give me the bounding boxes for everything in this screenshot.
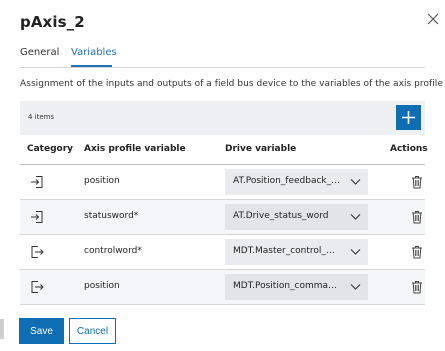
drive-variable-value: MDT.Master_control_word <box>233 246 341 256</box>
chevron-down-icon <box>350 284 361 290</box>
chevron-down-icon <box>350 214 361 220</box>
axis-dialog: pAxis_2 General Variables Assignment of … <box>0 0 445 351</box>
header-drive-variable: Drive variable <box>225 144 297 154</box>
table-header: Category Axis profile variable Drive var… <box>20 135 428 165</box>
close-icon[interactable] <box>426 12 440 26</box>
cancel-button[interactable]: Cancel <box>69 318 116 344</box>
dialog-title: pAxis_2 <box>20 13 85 31</box>
plus-icon <box>402 111 415 124</box>
trash-icon[interactable] <box>411 245 423 259</box>
save-button[interactable]: Save <box>19 318 64 344</box>
table-toolbar: 4 items <box>20 101 425 135</box>
chevron-down-icon <box>350 249 361 255</box>
table-row: position AT.Position_feedback_value <box>20 165 425 200</box>
axis-profile-variable: controlword* <box>84 246 142 256</box>
table-row: controlword* MDT.Master_control_word <box>20 235 425 270</box>
save-button-label: Save <box>30 326 53 337</box>
add-button[interactable] <box>396 105 421 130</box>
drive-variable-select[interactable]: AT.Drive_status_word <box>225 204 368 230</box>
header-actions: Actions <box>390 144 428 154</box>
item-count: 4 items <box>28 113 55 121</box>
drive-variable-select[interactable]: MDT.Master_control_word <box>225 239 368 265</box>
cancel-button-label: Cancel <box>76 326 109 337</box>
trash-icon[interactable] <box>411 280 423 294</box>
drive-variable-value: MDT.Position_command_value <box>233 281 341 291</box>
tab-variables[interactable]: Variables <box>71 47 117 58</box>
table-row: position MDT.Position_command_value <box>20 270 425 305</box>
description-text: Assignment of the inputs and outputs of … <box>20 79 443 89</box>
output-icon <box>31 246 44 258</box>
output-icon <box>31 281 44 293</box>
axis-profile-variable: statusword* <box>84 211 139 221</box>
resize-handle[interactable] <box>0 319 4 339</box>
axis-profile-variable: position <box>84 281 120 291</box>
drive-variable-value: AT.Drive_status_word <box>233 211 329 221</box>
input-icon <box>31 176 43 188</box>
axis-profile-variable: position <box>84 176 120 186</box>
drive-variable-select[interactable]: MDT.Position_command_value <box>225 274 368 300</box>
table-row: statusword* AT.Drive_status_word <box>20 200 425 235</box>
header-category: Category <box>27 144 74 154</box>
drive-variable-value: AT.Position_feedback_value <box>233 176 341 186</box>
input-icon <box>31 211 43 223</box>
drive-variable-select[interactable]: AT.Position_feedback_value <box>225 169 368 195</box>
variables-table: Category Axis profile variable Drive var… <box>20 135 428 305</box>
chevron-down-icon <box>350 179 361 185</box>
trash-icon[interactable] <box>411 175 423 189</box>
trash-icon[interactable] <box>411 210 423 224</box>
tab-general[interactable]: General <box>20 47 59 58</box>
header-axis-profile-variable: Axis profile variable <box>84 144 186 154</box>
tab-divider <box>20 67 425 68</box>
